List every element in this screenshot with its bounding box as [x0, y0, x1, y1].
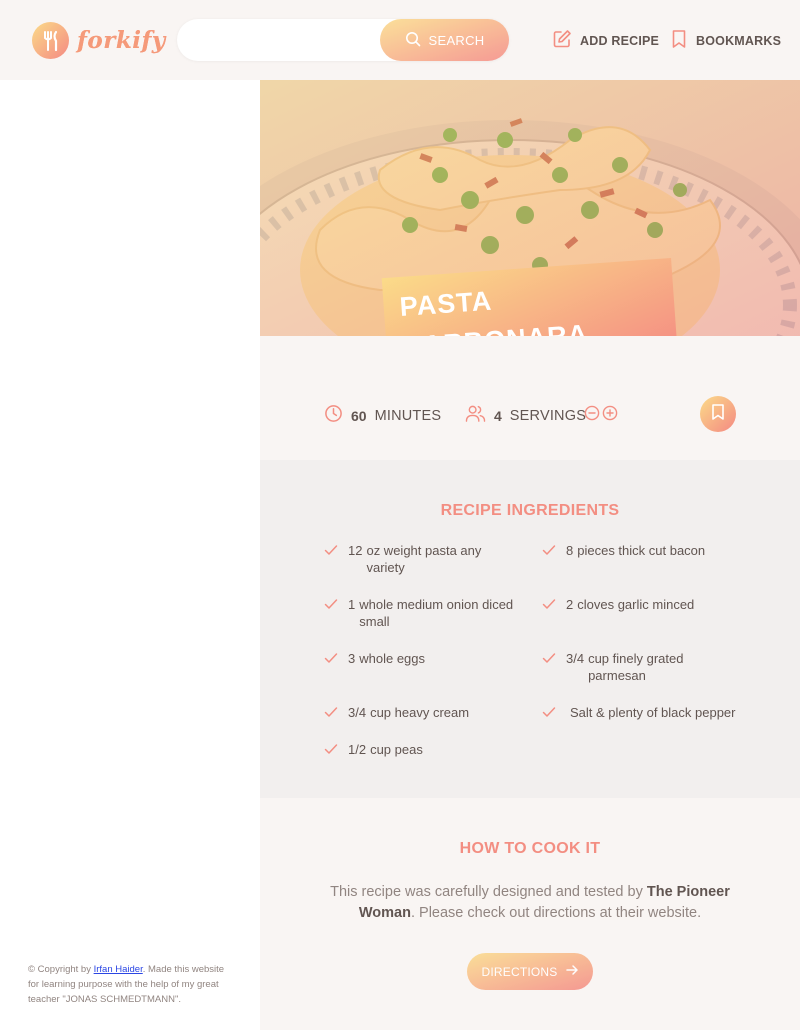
cooking-time: 60 MINUTES — [324, 404, 441, 427]
ingredient-item: 1/2 cup peas — [324, 741, 520, 759]
directions-button-label: DIRECTIONS — [481, 964, 558, 979]
search-results-sidebar: © Copyright by Irfan Haider. Made this w… — [0, 80, 260, 1030]
check-icon — [324, 704, 348, 722]
servings: 4 SERVINGS — [465, 404, 586, 427]
ingredient-item: 3/4 cup finely grated parmesan — [542, 650, 738, 684]
ingredient-quantity: 3/4 — [348, 705, 367, 720]
arrow-right-icon — [565, 964, 579, 979]
ingredient-item: Salt & plenty of black pepper — [542, 704, 738, 722]
cooking-time-value: 60 — [351, 407, 367, 424]
ingredient-description: whole medium onion diced small — [359, 597, 514, 629]
plus-circle-icon[interactable] — [602, 405, 618, 421]
servings-value: 4 — [494, 407, 502, 424]
bookmark-icon — [670, 29, 688, 52]
ingredients-section: RECIPE INGREDIENTS 12 oz weight pasta an… — [260, 460, 800, 798]
recipe-details: 60 MINUTES 4 SERVINGS — [260, 380, 800, 448]
ingredient-quantity: 2 — [566, 597, 574, 612]
ingredient-quantity: 8 — [566, 543, 574, 558]
check-icon — [542, 596, 566, 614]
bookmarks-button[interactable]: BOOKMARKS — [670, 29, 781, 52]
ingredient-description: Salt & plenty of black pepper — [570, 705, 736, 720]
ingredient-item: 8 pieces thick cut bacon — [542, 542, 738, 560]
logo[interactable]: forkify — [32, 22, 166, 59]
ingredient-description: cloves garlic minced — [577, 597, 695, 612]
ingredient-quantity: 1 — [348, 597, 356, 612]
edit-icon — [552, 29, 572, 52]
bookmarks-label: BOOKMARKS — [696, 33, 782, 48]
servings-controls — [584, 405, 618, 421]
ingredient-description: cup heavy cream — [370, 705, 470, 720]
bookmark-icon — [710, 403, 726, 425]
ingredient-quantity: 3 — [348, 651, 356, 666]
add-recipe-label: ADD RECIPE — [580, 33, 660, 48]
search-button[interactable]: SEARCH — [380, 19, 509, 61]
clock-icon — [324, 404, 343, 427]
search-input[interactable] — [177, 19, 380, 61]
ingredient-item: 1 whole medium onion diced small — [324, 596, 520, 630]
ingredient-description: cup peas — [370, 742, 423, 757]
ingredient-description: pieces thick cut bacon — [577, 543, 706, 558]
ingredient-description: whole eggs — [359, 651, 426, 666]
ingredient-quantity: 3/4 — [566, 651, 585, 666]
copyright-prefix: © Copyright by — [28, 964, 94, 975]
bookmark-recipe-button[interactable] — [700, 396, 736, 432]
check-icon — [542, 542, 566, 560]
search-button-label: SEARCH — [428, 32, 485, 48]
servings-label: SERVINGS — [509, 407, 587, 424]
recipe-title: PASTA CARBONARA — [381, 258, 679, 336]
ingredient-item: 3/4 cup heavy cream — [324, 704, 520, 722]
recipe-view: PASTA CARBONARA 60 MINUTES 4 — [260, 80, 800, 1030]
search-form: SEARCH — [177, 19, 509, 61]
logo-text: forkify — [77, 27, 166, 54]
check-icon — [324, 650, 348, 668]
directions-section: HOW TO COOK IT This recipe was carefully… — [260, 798, 800, 1030]
ingredient-description: cup finely grated parmesan — [588, 651, 684, 683]
ingredient-item: 12 oz weight pasta any variety — [324, 542, 520, 576]
fork-knife-icon — [32, 22, 69, 59]
cooking-time-label: MINUTES — [374, 407, 442, 424]
add-recipe-button[interactable]: ADD RECIPE — [552, 29, 659, 52]
directions-text-prefix: This recipe was carefully designed and t… — [330, 884, 647, 900]
check-icon — [324, 596, 348, 630]
directions-button[interactable]: DIRECTIONS — [467, 953, 593, 990]
author-link[interactable]: Irfan Haider — [94, 964, 143, 975]
ingredient-description: oz weight pasta any variety — [366, 543, 482, 575]
ingredient-quantity: 12 — [348, 543, 363, 558]
minus-circle-icon[interactable] — [584, 405, 600, 421]
copyright-text: © Copyright by Irfan Haider. Made this w… — [28, 962, 228, 1007]
check-icon — [542, 704, 566, 722]
recipe-image: PASTA CARBONARA — [260, 80, 800, 336]
directions-text-suffix: . Please check out directions at their w… — [410, 905, 702, 921]
ingredient-item: 2 cloves garlic minced — [542, 596, 738, 614]
check-icon — [542, 650, 566, 684]
directions-heading: HOW TO COOK IT — [459, 840, 601, 857]
header: forkify SEARCH ADD RECIPE BOOKMARKS — [0, 0, 800, 80]
ingredients-heading: RECIPE INGREDIENTS — [440, 502, 620, 519]
check-icon — [324, 542, 348, 576]
ingredient-item: 3 whole eggs — [324, 650, 520, 668]
users-icon — [465, 404, 486, 427]
check-icon — [324, 741, 348, 759]
search-icon — [405, 31, 421, 50]
directions-text: This recipe was carefully designed and t… — [324, 882, 736, 924]
ingredient-quantity: 1/2 — [348, 742, 367, 757]
